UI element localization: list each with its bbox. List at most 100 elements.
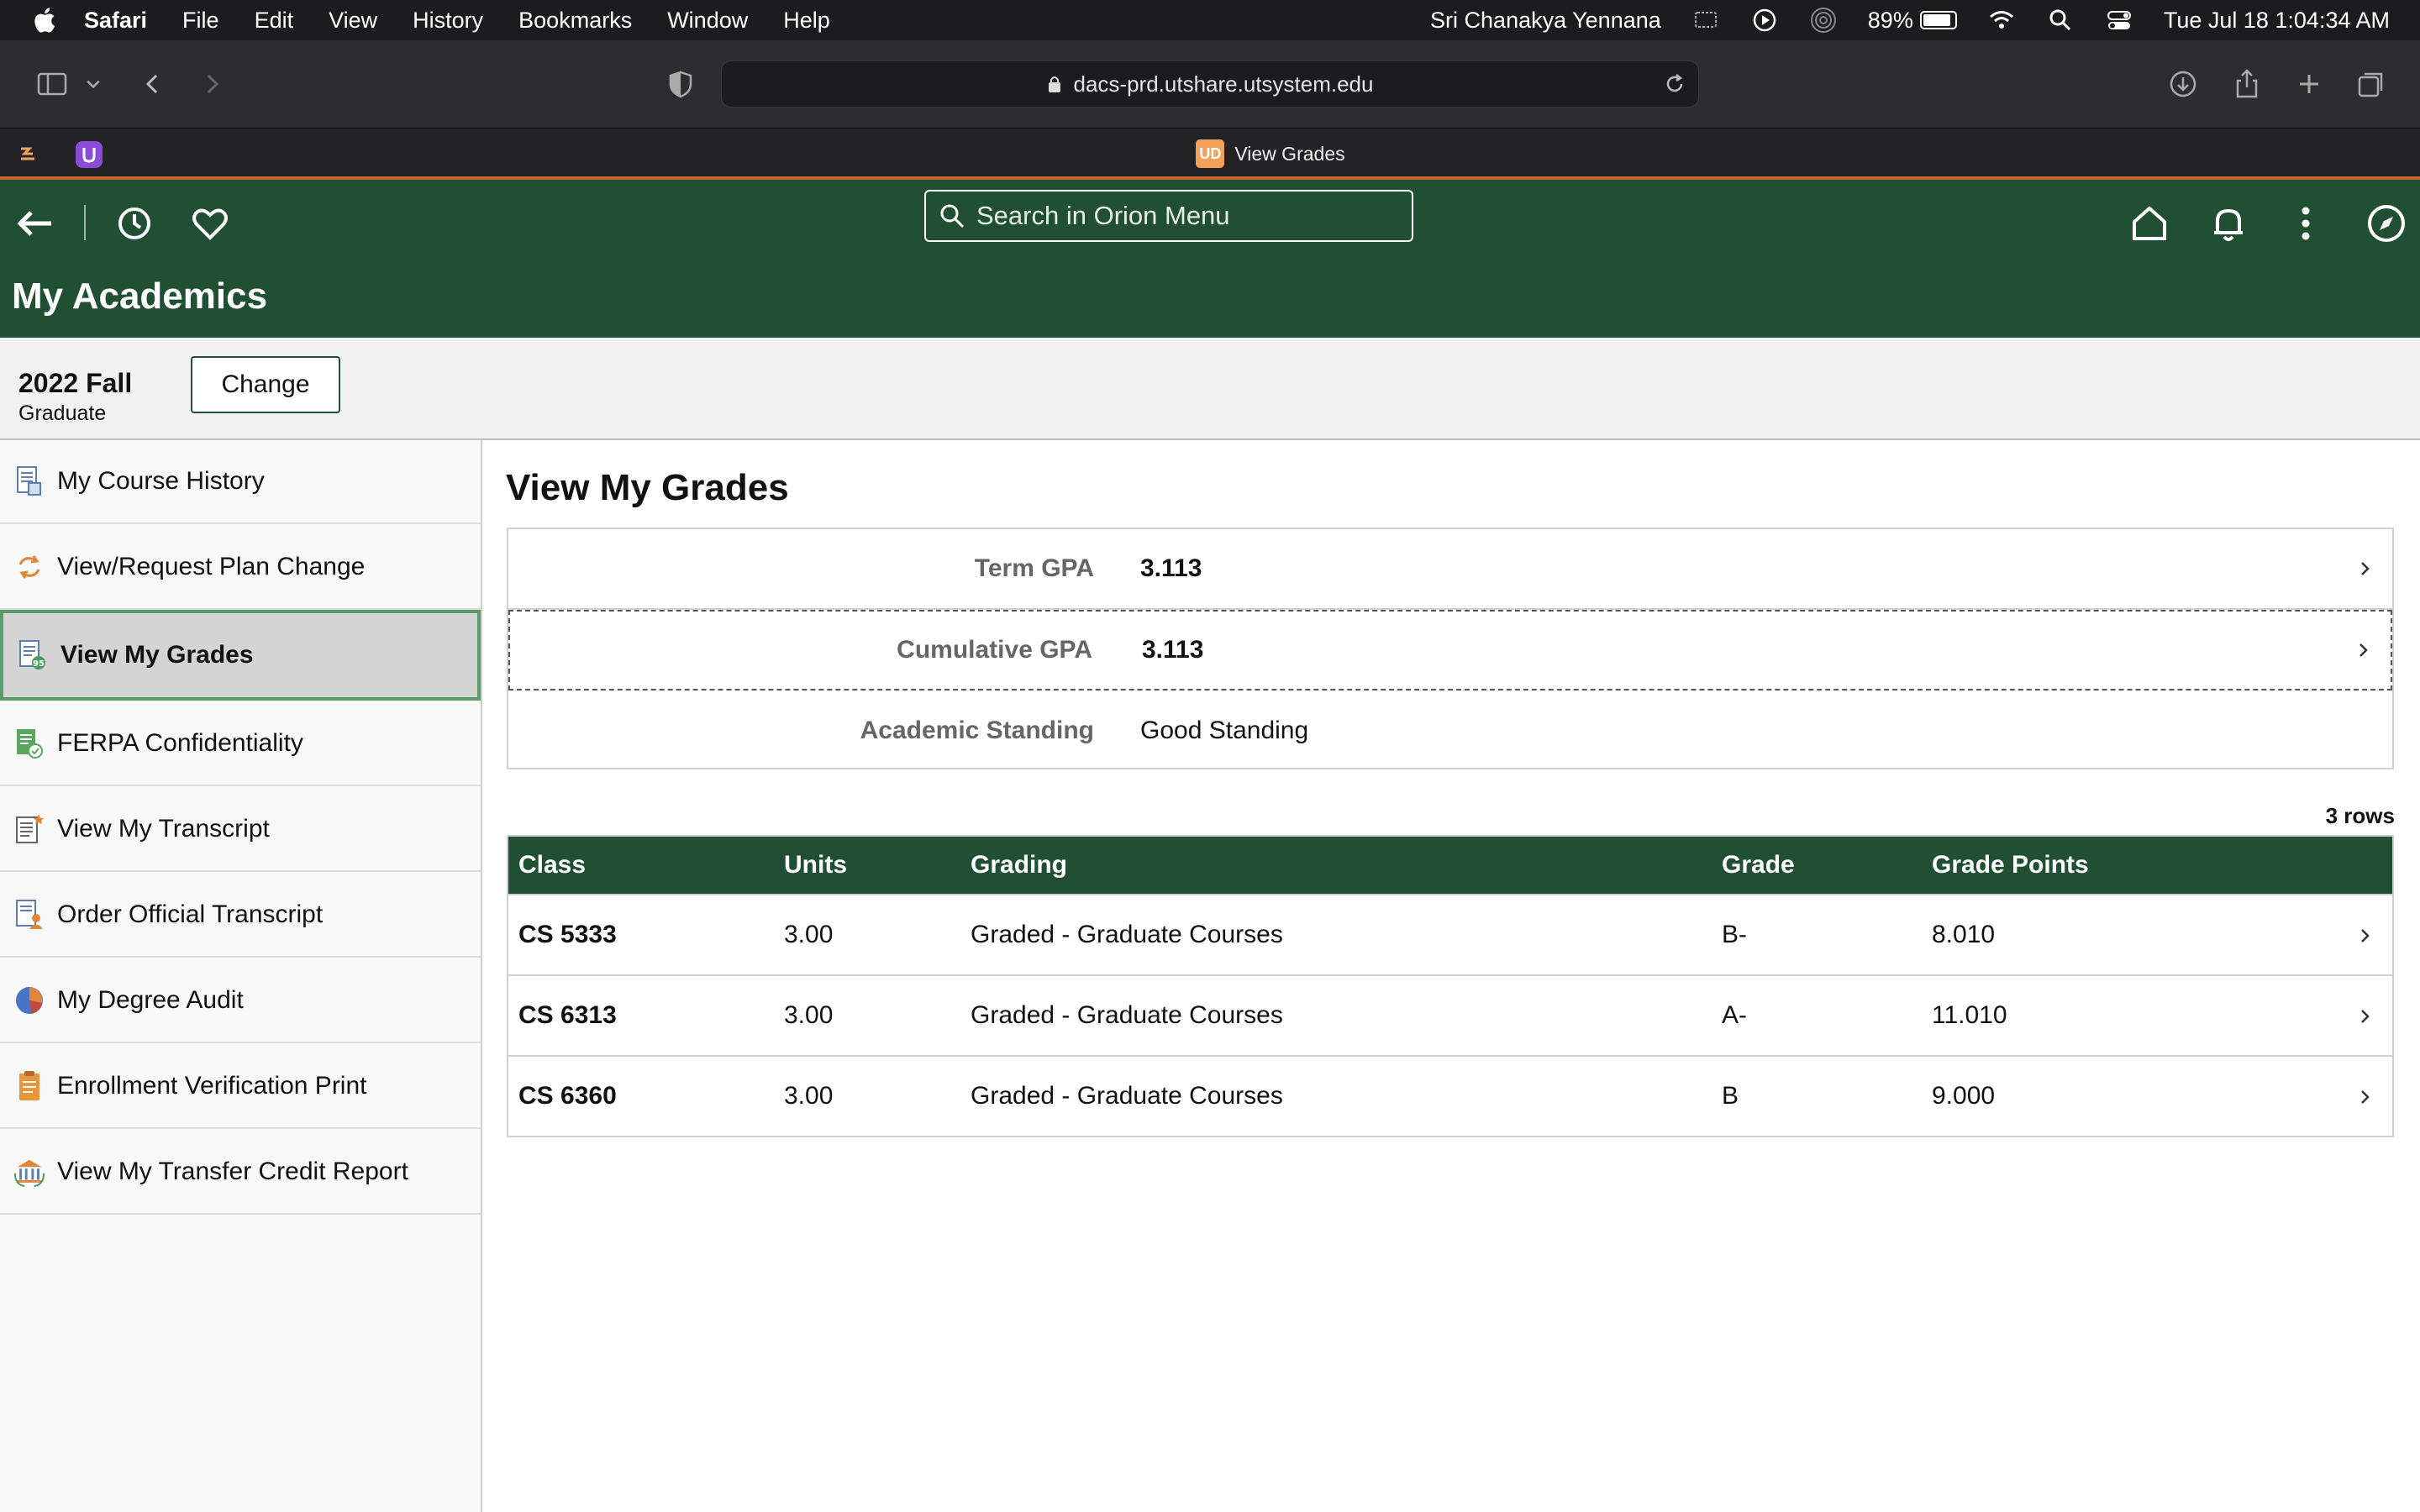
apple-icon[interactable] bbox=[30, 6, 57, 34]
more-actions-icon[interactable] bbox=[2282, 200, 2329, 247]
table-header: Class Units Grading Grade Grade Points bbox=[508, 837, 2392, 894]
sidebar-item-label: My Course History bbox=[57, 467, 265, 495]
cell-grade: B bbox=[1722, 1082, 1739, 1110]
tab-overview-icon[interactable] bbox=[2349, 62, 2393, 106]
sidebar-item-degree-audit[interactable]: My Degree Audit bbox=[0, 959, 481, 1043]
menu-file[interactable]: File bbox=[182, 8, 219, 34]
notifications-bell-icon[interactable] bbox=[2205, 200, 2252, 247]
transfer-credit-icon bbox=[13, 1153, 45, 1190]
gpa-value: Good Standing bbox=[1140, 717, 1309, 744]
wifi-icon[interactable] bbox=[1987, 6, 2016, 34]
table-row[interactable]: CS 5333 3.00 Graded - Graduate Courses B… bbox=[508, 894, 2392, 974]
change-term-button[interactable]: Change bbox=[191, 356, 340, 413]
gpa-value: 3.113 bbox=[1140, 554, 1202, 582]
sidebar-item-order-transcript[interactable]: Order Official Transcript bbox=[0, 874, 481, 958]
menu-view[interactable]: View bbox=[329, 8, 377, 34]
enrollment-verification-icon bbox=[13, 1068, 45, 1105]
cell-class: CS 6360 bbox=[518, 1082, 617, 1110]
tab-view-grades[interactable]: UD View Grades bbox=[121, 129, 2420, 179]
cell-grading: Graded - Graduate Courses bbox=[971, 1001, 1283, 1029]
sidebar-item-transfer-credit[interactable]: View My Transfer Credit Report bbox=[0, 1131, 481, 1215]
sidebar-item-ferpa[interactable]: FERPA Confidentiality bbox=[0, 702, 481, 786]
column-header-grading: Grading bbox=[971, 851, 1068, 879]
macos-menu-bar: Safari File Edit View History Bookmarks … bbox=[0, 0, 2420, 40]
row-count: 3 rows bbox=[2325, 803, 2395, 828]
cell-class: CS 6313 bbox=[518, 1001, 617, 1029]
play-icon[interactable] bbox=[1750, 6, 1779, 34]
cell-units: 3.00 bbox=[784, 921, 834, 948]
share-icon[interactable] bbox=[2225, 62, 2269, 106]
sidebar-item-label: View My Grades bbox=[60, 641, 254, 669]
sidebar-item-plan-change[interactable]: View/Request Plan Change bbox=[0, 526, 481, 610]
home-icon[interactable] bbox=[2126, 200, 2173, 247]
degree-audit-icon bbox=[13, 982, 45, 1019]
pinned-extension-icon bbox=[76, 141, 103, 168]
recent-history-icon[interactable] bbox=[111, 200, 158, 247]
term-name: 2022 Fall bbox=[18, 368, 133, 398]
cell-units: 3.00 bbox=[784, 1001, 834, 1029]
menu-bookmarks[interactable]: Bookmarks bbox=[518, 8, 632, 34]
address-bar[interactable]: dacs-prd.utshare.utsystem.edu bbox=[721, 60, 1699, 108]
cumulative-gpa-row[interactable]: Cumulative GPA 3.113 bbox=[508, 610, 2392, 690]
table-row[interactable]: CS 6360 3.00 Graded - Graduate Courses B… bbox=[508, 1055, 2392, 1136]
sidebar-toggle-icon[interactable] bbox=[30, 62, 74, 106]
forward-icon[interactable] bbox=[190, 62, 234, 106]
tab-bar: UD View Grades bbox=[0, 128, 2420, 178]
order-transcript-icon bbox=[13, 896, 45, 933]
chevron-down-icon[interactable] bbox=[79, 62, 108, 106]
cell-grade-points: 11.010 bbox=[1932, 1001, 2007, 1029]
downloads-icon[interactable] bbox=[2161, 62, 2205, 106]
back-arrow-icon[interactable] bbox=[12, 200, 59, 247]
sidebar-item-course-history[interactable]: My Course History bbox=[0, 440, 481, 524]
sidebar-item-enrollment-verification[interactable]: Enrollment Verification Print bbox=[0, 1045, 481, 1129]
term-career: Graduate bbox=[18, 402, 107, 425]
grades-table: Class Units Grading Grade Grade Points C… bbox=[507, 835, 2394, 1137]
battery-percent: 89% bbox=[1867, 7, 1913, 33]
favorites-heart-icon[interactable] bbox=[187, 200, 234, 247]
cell-grading: Graded - Graduate Courses bbox=[971, 921, 1283, 948]
academic-standing-row: Academic Standing Good Standing bbox=[508, 690, 2392, 771]
cell-grade: A- bbox=[1722, 1001, 1747, 1029]
orion-header: Search in Orion Menu My Academics bbox=[0, 180, 2420, 338]
pinned-tab-2[interactable] bbox=[60, 135, 118, 174]
ferpa-icon bbox=[13, 725, 45, 762]
chevron-right-icon bbox=[2361, 562, 2370, 575]
pinned-tab-1[interactable] bbox=[0, 135, 57, 174]
column-header-grade-points: Grade Points bbox=[1932, 851, 2089, 879]
menu-app-safari[interactable]: Safari bbox=[84, 8, 147, 34]
sidebar-item-label: My Degree Audit bbox=[57, 986, 244, 1014]
section-title: View My Grades bbox=[506, 467, 789, 508]
airdrop-icon[interactable] bbox=[1809, 6, 1838, 34]
user-name[interactable]: Sri Chanakya Yennana bbox=[1430, 8, 1661, 34]
new-tab-icon[interactable] bbox=[2287, 62, 2331, 106]
privacy-shield-icon[interactable] bbox=[659, 62, 702, 106]
grades-icon: 95 bbox=[17, 637, 49, 674]
menu-history[interactable]: History bbox=[413, 8, 483, 34]
course-history-icon bbox=[13, 463, 45, 500]
screen-mirroring-icon[interactable] bbox=[1691, 6, 1720, 34]
sidebar-item-view-my-grades[interactable]: 95 View My Grades bbox=[0, 610, 481, 701]
clock[interactable]: Tue Jul 18 1:04:34 AM bbox=[2164, 8, 2390, 34]
control-center-icon[interactable] bbox=[2105, 6, 2133, 34]
cell-grade-points: 9.000 bbox=[1932, 1082, 1996, 1110]
menu-window[interactable]: Window bbox=[667, 8, 748, 34]
battery-icon bbox=[1919, 11, 1957, 29]
spotlight-search-icon[interactable] bbox=[2046, 6, 2075, 34]
term-gpa-row[interactable]: Term GPA 3.113 bbox=[508, 529, 2392, 610]
search-input[interactable]: Search in Orion Menu bbox=[924, 190, 1413, 242]
chevron-right-icon bbox=[2361, 1010, 2370, 1023]
page-title: My Academics bbox=[12, 276, 268, 317]
menu-edit[interactable]: Edit bbox=[255, 8, 294, 34]
sidebar-item-label: Order Official Transcript bbox=[57, 900, 324, 928]
battery-status[interactable]: 89% bbox=[1868, 8, 1957, 34]
search-icon bbox=[940, 204, 965, 228]
navigator-compass-icon[interactable] bbox=[2363, 200, 2410, 247]
sidebar-item-transcript[interactable]: View My Transcript bbox=[0, 788, 481, 872]
pinned-app-icon bbox=[21, 147, 34, 160]
favicon: UD bbox=[1196, 139, 1225, 168]
menu-help[interactable]: Help bbox=[783, 8, 830, 34]
battery-level bbox=[1923, 14, 1950, 26]
table-row[interactable]: CS 6313 3.00 Graded - Graduate Courses A… bbox=[508, 974, 2392, 1055]
reload-icon[interactable] bbox=[1663, 72, 1686, 96]
back-icon[interactable] bbox=[131, 62, 175, 106]
